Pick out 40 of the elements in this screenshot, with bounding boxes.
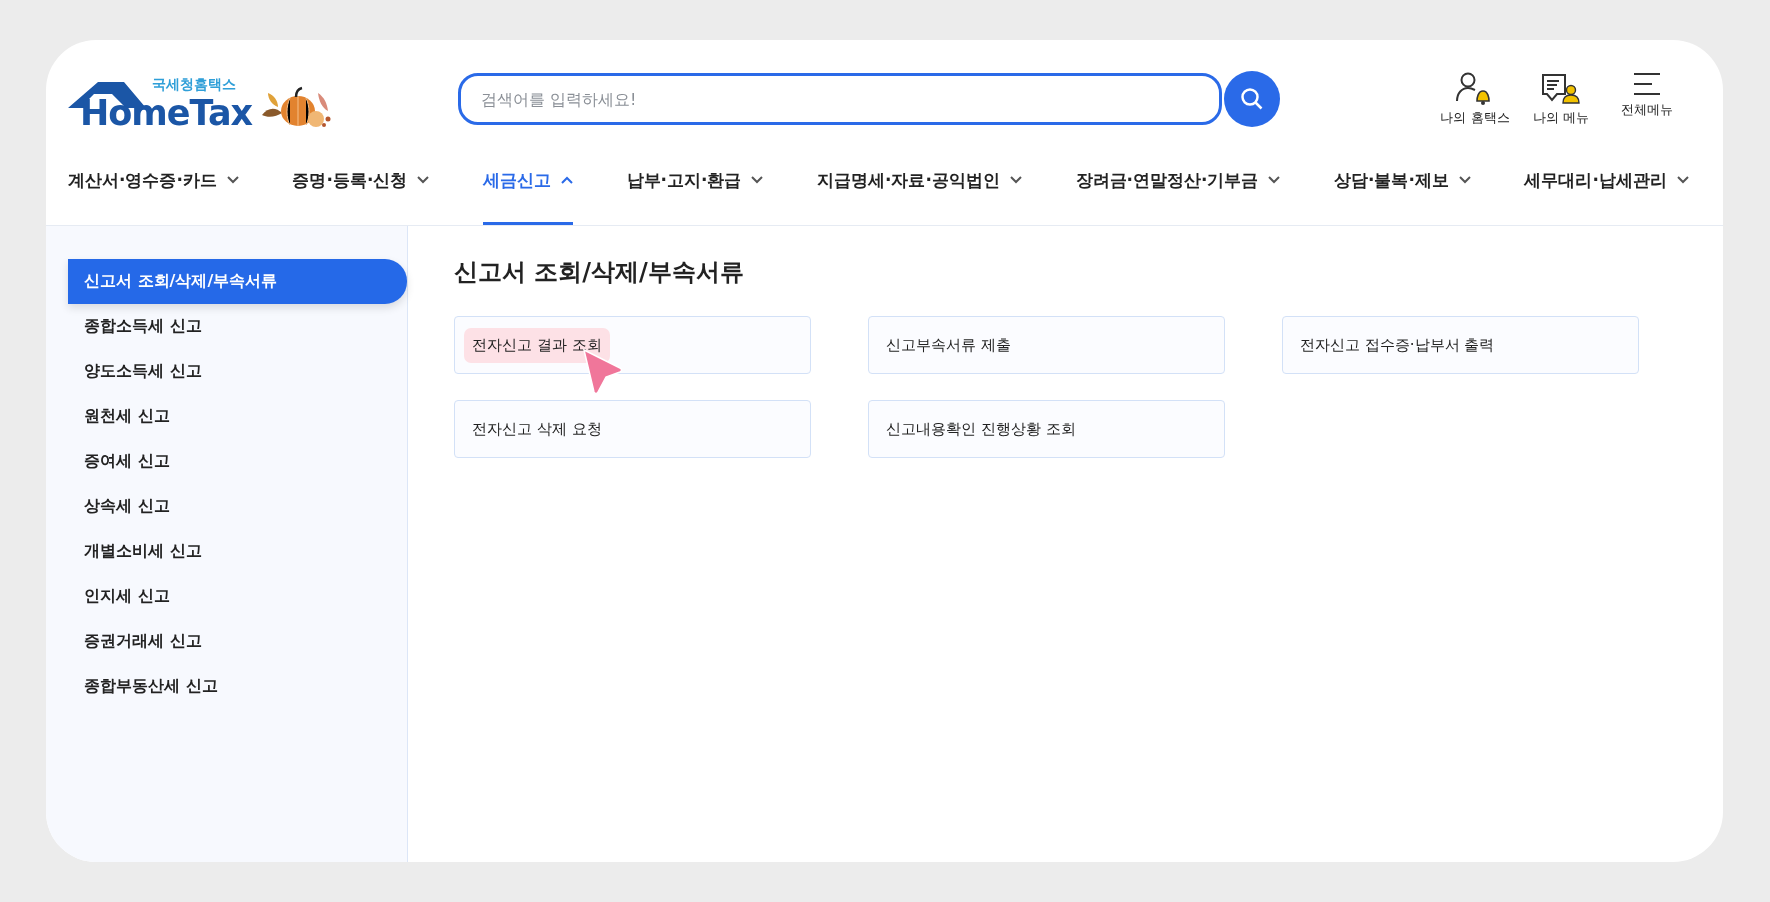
nav-tab[interactable]: 지급명세·자료·공익법인 bbox=[817, 140, 1022, 225]
menu-icon bbox=[1632, 71, 1662, 97]
sidebar-item[interactable]: 종합부동산세 신고 bbox=[68, 664, 407, 709]
header-link[interactable]: 나의 홈택스 bbox=[1439, 71, 1511, 127]
sidebar-item[interactable]: 개별소비세 신고 bbox=[68, 529, 407, 574]
nav-tab[interactable]: 납부·고지·환급 bbox=[626, 140, 764, 225]
hometax-logo[interactable]: 국세청홈택스 HomeTax bbox=[68, 78, 268, 134]
all-menu-button[interactable]: 전체메뉴 bbox=[1611, 71, 1683, 127]
sidebar-item[interactable]: 인지세 신고 bbox=[68, 574, 407, 619]
search-field[interactable]: 검색어를 입력하세요! bbox=[458, 73, 1222, 125]
chevron-down-icon bbox=[226, 176, 239, 184]
chevron-down-icon bbox=[751, 176, 764, 184]
chevron-down-icon bbox=[1458, 176, 1471, 184]
chevron-down-icon bbox=[1009, 176, 1022, 184]
chevron-down-icon bbox=[1676, 176, 1689, 184]
page-title: 신고서 조회/삭제/부속서류 bbox=[454, 257, 745, 288]
menu-link-card[interactable]: 신고내용확인 진행상황 조회 bbox=[868, 400, 1225, 458]
sidebar-item[interactable]: 증여세 신고 bbox=[68, 439, 407, 484]
nav-tab[interactable]: 상담·불복·제보 bbox=[1334, 140, 1471, 225]
header-link[interactable]: 나의 메뉴 bbox=[1525, 71, 1597, 127]
menu-link-card[interactable]: 전자신고 접수증·납부서 출력 bbox=[1282, 316, 1639, 374]
sidebar-item[interactable]: 종합소득세 신고 bbox=[68, 304, 407, 349]
sidebar-item[interactable]: 양도소득세 신고 bbox=[68, 349, 407, 394]
sidebar-item[interactable]: 원천세 신고 bbox=[68, 394, 407, 439]
sidebar-item[interactable]: 신고서 조회/삭제/부속서류 bbox=[68, 259, 407, 304]
search-button[interactable] bbox=[1224, 71, 1280, 127]
nav-tab[interactable]: 세무대리·납세관리 bbox=[1524, 140, 1689, 225]
chevron-up-icon bbox=[560, 176, 573, 184]
nav-tab[interactable]: 장려금·연말정산·기부금 bbox=[1075, 140, 1281, 225]
search-icon bbox=[1240, 87, 1264, 111]
nav-tab[interactable]: 증명·등록·신청 bbox=[292, 140, 430, 225]
chevron-down-icon bbox=[1268, 176, 1281, 184]
chevron-down-icon bbox=[417, 176, 430, 184]
document-person-icon bbox=[1539, 71, 1583, 105]
menu-link-card[interactable]: 신고부속서류 제출 bbox=[868, 316, 1225, 374]
nav-tab[interactable]: 세금신고 bbox=[482, 140, 573, 225]
nav-tab[interactable]: 계산서·영수증·카드 bbox=[68, 140, 239, 225]
sidebar-item[interactable]: 상속세 신고 bbox=[68, 484, 407, 529]
sidebar-item[interactable]: 증권거래세 신고 bbox=[68, 619, 407, 664]
menu-link-card[interactable]: 전자신고 삭제 요청 bbox=[454, 400, 811, 458]
